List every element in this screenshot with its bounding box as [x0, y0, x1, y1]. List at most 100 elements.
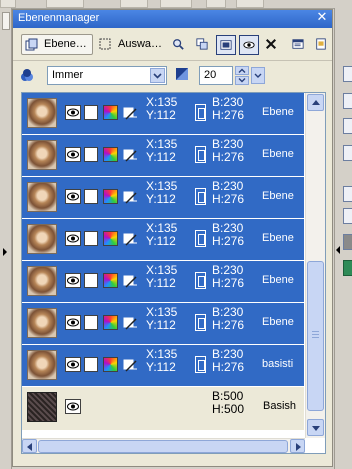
- chevron-down-icon[interactable]: [150, 68, 165, 83]
- close-icon[interactable]: ✕: [315, 11, 329, 25]
- tab-layers-label: Ebene…: [44, 38, 87, 50]
- layer-thumbnail: [27, 224, 57, 254]
- copy-layer-icon[interactable]: [193, 35, 213, 55]
- layer-row[interactable]: X:135 Y:112 B:230 H:276 Ebene: [22, 93, 304, 135]
- dock-button[interactable]: [343, 208, 352, 224]
- dock-button[interactable]: [343, 186, 352, 202]
- color-icon[interactable]: [103, 147, 118, 162]
- layer-height: H:276: [212, 234, 245, 248]
- size-icon: [195, 272, 206, 289]
- dock-button[interactable]: [343, 145, 352, 161]
- tab-selection[interactable]: Auswa…: [95, 34, 163, 55]
- color-icon[interactable]: [103, 273, 118, 288]
- scroll-thumb[interactable]: [307, 261, 324, 411]
- properties-icon[interactable]: [289, 35, 309, 55]
- eye-icon[interactable]: [65, 399, 81, 414]
- layer-row[interactable]: X:135 Y:112 B:230 H:276 Ebene: [22, 177, 304, 219]
- eye-icon[interactable]: [65, 189, 81, 204]
- lock-checkbox[interactable]: [84, 147, 98, 162]
- collapse-arrow-icon[interactable]: [3, 248, 7, 256]
- scroll-left-icon[interactable]: [22, 439, 37, 453]
- layer-position: X:135 Y:112: [146, 138, 177, 164]
- print-icon[interactable]: [312, 35, 332, 55]
- dock-button[interactable]: [343, 118, 352, 134]
- layer-y: Y:112: [146, 192, 176, 206]
- horizontal-scrollbar[interactable]: [22, 438, 305, 453]
- delete-x-icon[interactable]: [262, 35, 282, 55]
- tab-layers[interactable]: Ebene…: [21, 34, 93, 55]
- zoom-layer-icon[interactable]: [169, 35, 189, 55]
- mask-brush-icon[interactable]: [122, 315, 138, 331]
- layer-thumbnail: [27, 392, 57, 422]
- layer-position: X:135 Y:112: [146, 348, 177, 374]
- mask-brush-icon[interactable]: [122, 273, 138, 289]
- eye-icon[interactable]: [65, 147, 81, 162]
- lock-checkbox[interactable]: [84, 273, 98, 288]
- eye-toggle-icon[interactable]: [239, 35, 259, 55]
- layer-row[interactable]: X:135 Y:112 B:230 H:276 Ebene: [22, 219, 304, 261]
- lock-checkbox[interactable]: [84, 315, 98, 330]
- opacity-input[interactable]: 20: [199, 66, 233, 85]
- layer-row[interactable]: X:135 Y:112 B:230 H:276 basisti: [22, 345, 304, 387]
- layer-name: Ebene: [262, 232, 294, 244]
- toolbar-button[interactable]: [120, 0, 148, 8]
- eye-icon[interactable]: [65, 273, 81, 288]
- mask-brush-icon[interactable]: [122, 189, 138, 205]
- expand-arrow-icon[interactable]: [336, 246, 340, 254]
- layer-name: Basish: [263, 400, 297, 412]
- scroll-down-icon[interactable]: [307, 419, 324, 436]
- dock-button[interactable]: [343, 260, 352, 276]
- layer-position: X:135 Y:112: [146, 222, 177, 248]
- dock-button[interactable]: [343, 93, 352, 109]
- layer-row[interactable]: X:135 Y:112 B:230 H:276 Ebene: [22, 261, 304, 303]
- spin-down-icon[interactable]: [235, 76, 249, 85]
- mask-brush-icon[interactable]: [122, 147, 138, 163]
- dock-button[interactable]: [343, 66, 352, 82]
- mask-brush-icon[interactable]: [122, 357, 138, 373]
- color-icon[interactable]: [103, 105, 118, 120]
- dock-button[interactable]: [343, 234, 352, 250]
- visibility-icon[interactable]: [216, 35, 236, 55]
- lock-checkbox[interactable]: [84, 357, 98, 372]
- color-icon[interactable]: [103, 189, 118, 204]
- layer-y: Y:112: [146, 150, 176, 164]
- layer-dimensions: B:230 H:276: [212, 180, 244, 206]
- layer-name: basisti: [262, 358, 294, 370]
- tab-selection-label: Auswa…: [118, 38, 163, 50]
- eye-icon[interactable]: [65, 231, 81, 246]
- lock-checkbox[interactable]: [84, 189, 98, 204]
- toolbar-button[interactable]: [0, 0, 16, 8]
- selection-icon: [99, 38, 111, 50]
- mask-brush-icon[interactable]: [122, 105, 138, 121]
- lock-checkbox[interactable]: [84, 105, 98, 120]
- background-layer-row[interactable]: B:500 H:500 Basish: [22, 387, 304, 430]
- vertical-scrollbar[interactable]: [305, 93, 325, 438]
- layer-y: Y:112: [146, 108, 176, 122]
- toolbar-button[interactable]: [160, 0, 192, 8]
- toolbar-button[interactable]: [236, 0, 264, 8]
- layer-row[interactable]: X:135 Y:112 B:230 H:276 Ebene: [22, 135, 304, 177]
- layer-position: X:135 Y:112: [146, 306, 177, 332]
- toolbar-button[interactable]: [206, 0, 226, 8]
- mask-brush-icon[interactable]: [122, 231, 138, 247]
- layer-thumbnail: [27, 308, 57, 338]
- toolbar-button[interactable]: [46, 0, 84, 8]
- scroll-right-icon[interactable]: [290, 439, 305, 453]
- blend-mode-select[interactable]: Immer: [47, 66, 167, 85]
- palette-titlebar[interactable]: Ebenenmanager ✕: [13, 10, 332, 28]
- layer-row[interactable]: X:135 Y:112 B:230 H:276 Ebene: [22, 303, 304, 345]
- eye-icon[interactable]: [65, 105, 81, 120]
- opacity-dropdown-icon[interactable]: [251, 67, 265, 84]
- color-icon[interactable]: [103, 357, 118, 372]
- horizontal-scroll-thumb[interactable]: [38, 440, 288, 453]
- spin-up-icon[interactable]: [235, 66, 249, 75]
- color-icon[interactable]: [103, 315, 118, 330]
- color-icon[interactable]: [103, 231, 118, 246]
- scroll-up-icon[interactable]: [307, 94, 324, 111]
- eye-icon[interactable]: [65, 357, 81, 372]
- lock-checkbox[interactable]: [84, 231, 98, 246]
- layer-name: Ebene: [262, 316, 294, 328]
- layer-y: Y:112: [146, 234, 176, 248]
- dock-grip[interactable]: [2, 12, 10, 30]
- eye-icon[interactable]: [65, 315, 81, 330]
